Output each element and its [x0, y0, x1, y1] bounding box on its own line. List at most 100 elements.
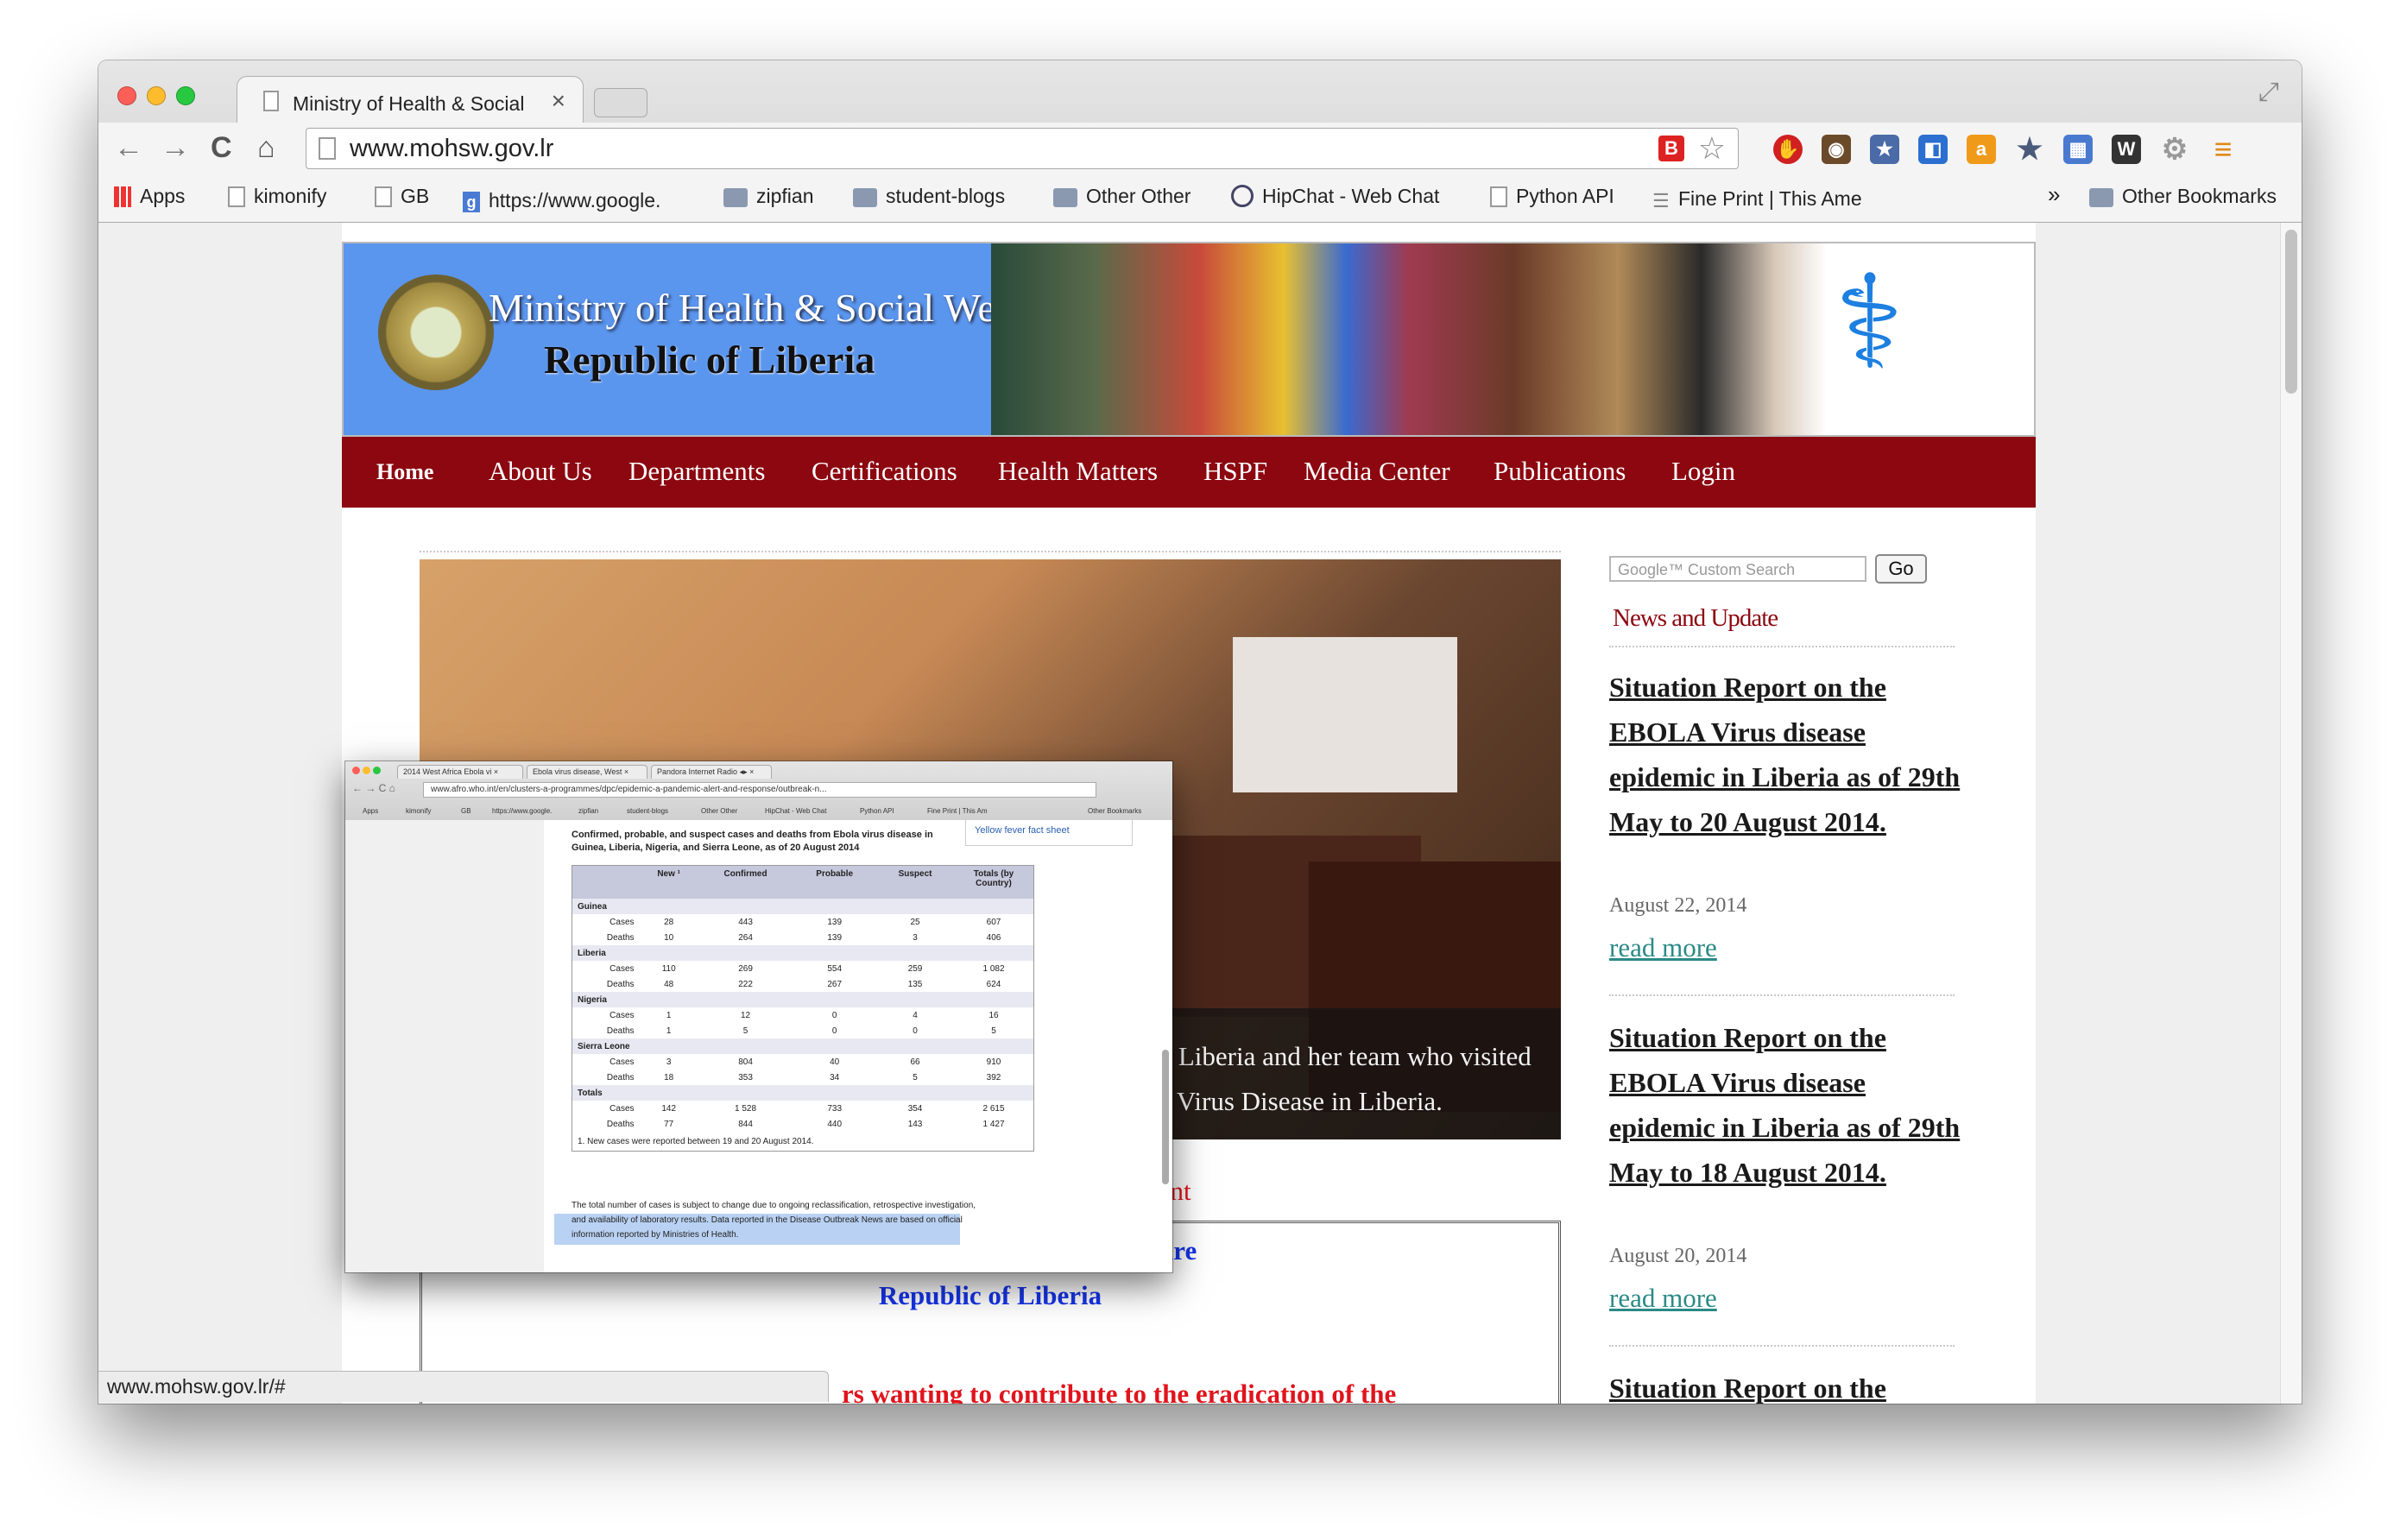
bookmark-item[interactable]: kimonify: [228, 185, 326, 208]
news-item-title[interactable]: Situation Report on the: [1609, 1366, 1972, 1404]
bookmark-item[interactable]: Apps: [114, 185, 185, 208]
bookmark-item[interactable]: ☰ Fine Print | This Ame: [1652, 185, 1879, 211]
overlay-bookmark: Other Other: [701, 807, 738, 815]
back-icon[interactable]: ←: [114, 131, 143, 165]
adblock-extension-icon[interactable]: ✋: [1773, 135, 1803, 164]
search-go-button[interactable]: Go: [1875, 554, 1927, 584]
table-cell: 1: [666, 1010, 672, 1020]
overlay-tab: Ebola virus disease, West ×: [527, 765, 647, 779]
menu-publications[interactable]: Publications: [1494, 456, 1626, 487]
overlay-bookmark: student-blogs: [627, 807, 669, 815]
google-search-input[interactable]: Google™ Custom Search: [1609, 556, 1866, 582]
bookmark-item[interactable]: g https://www.google.: [463, 185, 684, 212]
news-item-title[interactable]: Situation Report on the EBOLA Virus dise…: [1609, 665, 1972, 844]
wikipedia-extension-icon[interactable]: W: [2112, 135, 2141, 164]
bookmarks-overflow-icon[interactable]: »: [2048, 181, 2060, 208]
menu-health-matters[interactable]: Health Matters: [998, 456, 1158, 487]
read-more-link[interactable]: read more: [1609, 1283, 1717, 1314]
bookmarks-bar: Apps kimonify GB g https://www.google. zi…: [98, 174, 2302, 223]
bookmark-item[interactable]: student-blogs: [853, 185, 1005, 208]
menu-icon[interactable]: ≡: [2208, 134, 2238, 165]
menu-certifications[interactable]: Certifications: [812, 456, 957, 487]
table-cell: Deaths: [606, 1026, 635, 1036]
table-cell: 77: [664, 1119, 674, 1129]
other-bookmarks[interactable]: Other Bookmarks: [2089, 185, 2277, 208]
amazon-extension-icon[interactable]: a: [1967, 135, 1996, 164]
table-cell: 844: [738, 1119, 753, 1129]
zoom-window-button[interactable]: [176, 86, 195, 105]
group-label: Nigeria: [572, 992, 1034, 1007]
readability-extension-icon[interactable]: B: [1658, 136, 1684, 161]
menu-about-us[interactable]: About Us: [489, 456, 592, 487]
menu-departments[interactable]: Departments: [628, 456, 765, 487]
overlay-bookmarks-bar: Apps kimonify GB https://www.google. zip…: [345, 803, 1172, 820]
gear-icon[interactable]: ⚙: [2160, 135, 2189, 164]
bookmark-manager-extension-icon[interactable]: ★: [1870, 135, 1899, 164]
page-scrollbar[interactable]: [2280, 223, 2302, 1404]
table-cell: 259: [907, 963, 923, 974]
table-cell: 5: [913, 1072, 918, 1082]
table-cell: 269: [738, 963, 753, 974]
apps-grid-icon: [114, 186, 131, 207]
tab-strip: Ministry of Health & Social × ⤢: [98, 60, 2302, 125]
group-label: Liberia: [572, 945, 1034, 961]
forward-icon[interactable]: →: [161, 131, 190, 165]
read-more-link[interactable]: read more: [1609, 932, 1717, 963]
tab-close-icon[interactable]: ×: [552, 87, 565, 115]
table-cell: 267: [827, 979, 843, 989]
bookmark-label: Other Bookmarks: [2122, 185, 2277, 207]
bookmark-label: kimonify: [254, 185, 327, 207]
menu-media-center[interactable]: Media Center: [1304, 456, 1450, 487]
bookmark-star-icon[interactable]: ☆: [1698, 130, 1726, 167]
group-label: Guinea: [572, 899, 1034, 914]
home-icon[interactable]: ⌂: [257, 131, 275, 165]
news-item-date: August 20, 2014: [1609, 1245, 1747, 1267]
table-cell: 1 427: [982, 1119, 1005, 1129]
delicious-extension-icon[interactable]: ◧: [1918, 135, 1948, 164]
table-cell: 28: [664, 917, 674, 927]
table-cell: Cases: [609, 963, 635, 974]
minimize-window-button: [363, 767, 370, 774]
overlay-bookmark: Fine Print | This Am: [927, 807, 988, 815]
table-cell: 0: [913, 1026, 918, 1036]
scrollbar-thumb[interactable]: [2285, 230, 2297, 394]
instagram-extension-icon[interactable]: ◉: [1822, 135, 1851, 164]
bookmark-item[interactable]: Other Other: [1053, 185, 1191, 208]
table-cell: 264: [738, 932, 753, 943]
table-cell: 910: [986, 1057, 1001, 1067]
minimize-window-button[interactable]: [147, 86, 166, 105]
menu-home[interactable]: Home: [376, 459, 433, 485]
table-row: Deaths 18 353 34 5 392: [572, 1070, 1034, 1085]
divider: [420, 551, 1561, 552]
column-header: Totals (by Country): [954, 865, 1034, 899]
menu-hspf[interactable]: HSPF: [1203, 456, 1267, 487]
table-row: Deaths 1 5 0 0 5: [572, 1023, 1034, 1038]
tab-active[interactable]: Ministry of Health & Social ×: [237, 76, 584, 125]
bookmark-label: Apps: [140, 185, 186, 207]
reload-icon[interactable]: C: [211, 131, 232, 165]
new-tab-button[interactable]: [594, 88, 647, 117]
overlay-tab: Pandora Internet Radio ◂▸ ×: [651, 765, 772, 779]
bookmark-item[interactable]: HipChat - Web Chat: [1231, 185, 1439, 208]
bookmark-item[interactable]: Python API: [1490, 185, 1614, 208]
star-extension-icon[interactable]: ★: [2015, 135, 2044, 164]
web-viewport: Ministry of Health & Social Welfare Repu…: [98, 223, 2302, 1404]
overlay-screenshot[interactable]: 2014 West Africa Ebola vi × Ebola virus …: [345, 761, 1172, 1272]
close-window-button[interactable]: [117, 86, 136, 105]
url-text[interactable]: www.mohsw.gov.lr: [350, 135, 553, 163]
bookmark-item[interactable]: zipfian: [723, 185, 813, 208]
table-cell: 143: [907, 1119, 923, 1129]
page-icon: [228, 186, 245, 207]
table-group-row: Nigeria: [572, 992, 1034, 1007]
table-group-row: Liberia: [572, 945, 1034, 961]
table-row: Cases 1 12 0 4 16: [572, 1007, 1034, 1023]
table-cell: 110: [661, 963, 676, 974]
calendar-extension-icon[interactable]: ▦: [2063, 135, 2093, 164]
page-icon: [319, 137, 336, 160]
address-bar[interactable]: www.mohsw.gov.lr B ☆: [306, 128, 1739, 169]
fullscreen-icon[interactable]: ⤢: [2258, 78, 2279, 107]
banner-title: Ministry of Health & Social Welfare: [489, 286, 1069, 330]
news-item-title[interactable]: Situation Report on the EBOLA Virus dise…: [1609, 1015, 1972, 1195]
bookmark-item[interactable]: GB: [375, 185, 429, 208]
table-cell: 624: [986, 979, 1001, 989]
